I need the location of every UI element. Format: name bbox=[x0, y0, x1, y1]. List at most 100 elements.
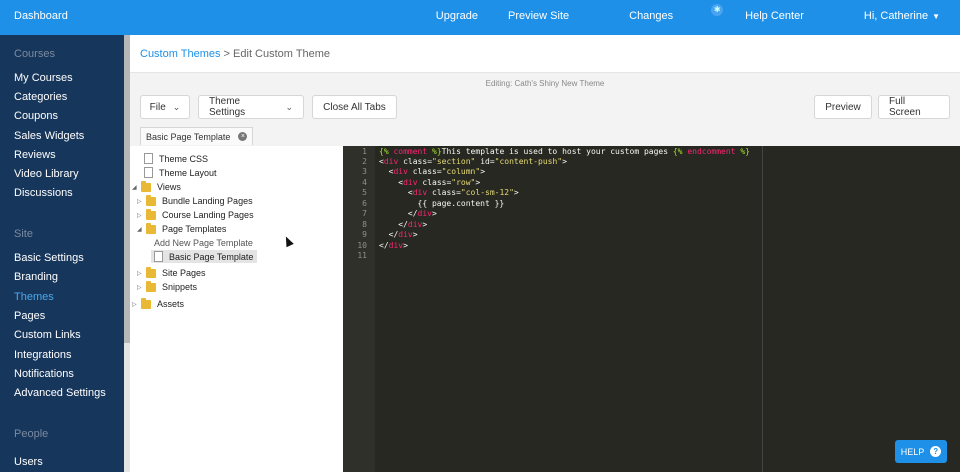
collapsed-arrow-icon[interactable]: ▷ bbox=[132, 301, 138, 308]
tree-item-theme-layout[interactable]: Theme Layout bbox=[144, 167, 217, 178]
tree-item-label: Page Templates bbox=[162, 224, 227, 234]
close-icon[interactable]: × bbox=[238, 132, 248, 141]
chevron-down-icon: ⌄ bbox=[172, 101, 181, 112]
sidebar-item-themes[interactable]: Themes bbox=[14, 291, 54, 303]
preview-button[interactable]: Preview bbox=[814, 95, 872, 119]
code-line: <div class="col-sm-12"> bbox=[407, 188, 519, 197]
code-line: </div> bbox=[398, 220, 428, 229]
line-number: 11 bbox=[357, 251, 367, 260]
sidebar-section-site: Site bbox=[14, 228, 33, 240]
tree-item-basic-page-template[interactable]: Basic Page Template bbox=[151, 250, 258, 263]
expanded-arrow-icon[interactable]: ◢ bbox=[132, 184, 138, 191]
file-icon bbox=[154, 251, 163, 262]
tree-folder-bundle-landing-pages[interactable]: ▷ Bundle Landing Pages bbox=[137, 194, 253, 206]
folder-icon bbox=[146, 280, 156, 292]
folder-icon bbox=[141, 297, 151, 309]
line-number: 4 bbox=[362, 178, 367, 187]
sidebar-item-discussions[interactable]: Discussions bbox=[14, 187, 73, 199]
folder-icon bbox=[146, 266, 156, 278]
user-menu[interactable]: Hi, Catherine ▼ bbox=[834, 10, 940, 23]
line-number: 3 bbox=[362, 167, 367, 176]
line-number: 2 bbox=[362, 157, 367, 166]
sidebar-item-sales-widgets[interactable]: Sales Widgets bbox=[14, 130, 84, 142]
tree-item-theme-css[interactable]: Theme CSS bbox=[144, 153, 208, 164]
collapsed-arrow-icon[interactable]: ▷ bbox=[137, 284, 143, 291]
chevron-down-icon: ⌄ bbox=[285, 101, 293, 112]
code-line: </div> bbox=[379, 241, 408, 250]
code-editor[interactable]: 1 2 3 4 5 6 7 8 9 10 11 {% comment %}Thi… bbox=[343, 146, 960, 472]
upgrade-link[interactable]: Upgrade bbox=[436, 10, 478, 23]
changes-label: Changes bbox=[629, 10, 674, 22]
help-center-link[interactable]: Help Center bbox=[745, 10, 804, 23]
sidebar-item-coupons[interactable]: Coupons bbox=[14, 110, 58, 122]
full-screen-button[interactable]: Full Screen bbox=[878, 95, 950, 119]
sidebar-item-custom-links[interactable]: Custom Links bbox=[14, 329, 81, 341]
code-line: </div> bbox=[388, 230, 418, 239]
file-icon bbox=[144, 153, 153, 164]
tab-basic-page-template[interactable]: Basic Page Template × bbox=[140, 127, 254, 145]
changes-badge-icon: ✱ bbox=[711, 4, 724, 16]
file-menu-button[interactable]: File ⌄ bbox=[140, 95, 190, 119]
collapsed-arrow-icon[interactable]: ▷ bbox=[137, 198, 143, 205]
code-line: <div class="row"> bbox=[398, 178, 481, 187]
dashboard-link[interactable]: Dashboard bbox=[14, 10, 68, 22]
file-label: File bbox=[149, 101, 166, 113]
code-line: <div class="column"> bbox=[388, 167, 486, 176]
sidebar-item-my-courses[interactable]: My Courses bbox=[14, 72, 73, 84]
sidebar-item-basic-settings[interactable]: Basic Settings bbox=[14, 252, 84, 264]
changes-link[interactable]: Changes ✱ bbox=[599, 4, 724, 23]
editing-theme-label: Editing: Cath's Shiny New Theme bbox=[485, 79, 605, 88]
code-line: <div class="section" id="content-push"> bbox=[379, 157, 567, 166]
collapsed-arrow-icon[interactable]: ▷ bbox=[137, 212, 143, 219]
collapsed-arrow-icon[interactable]: ▷ bbox=[137, 270, 143, 277]
sidebar-item-reviews[interactable]: Reviews bbox=[14, 149, 56, 161]
line-number: 5 bbox=[362, 188, 367, 197]
code-line: {% comment %}This template is used to ho… bbox=[379, 147, 750, 156]
sidebar-item-pages[interactable]: Pages bbox=[14, 310, 45, 322]
tree-folder-site-pages[interactable]: ▷ Site Pages bbox=[137, 266, 206, 278]
file-tree: Theme CSS Theme Layout ◢ Views ▷ Bundle La… bbox=[130, 146, 343, 472]
sidebar-item-notifications[interactable]: Notifications bbox=[14, 368, 74, 380]
add-new-page-template-link[interactable]: Add New Page Template bbox=[154, 238, 253, 248]
sidebar-item-integrations[interactable]: Integrations bbox=[14, 349, 71, 361]
close-all-tabs-button[interactable]: Close All Tabs bbox=[312, 95, 397, 119]
breadcrumb-current: Edit Custom Theme bbox=[233, 48, 331, 60]
tree-folder-snippets[interactable]: ▷ Snippets bbox=[137, 280, 197, 292]
sidebar-section-people: People bbox=[14, 428, 49, 440]
theme-settings-button[interactable]: Theme Settings ⌄ bbox=[198, 95, 304, 119]
folder-icon bbox=[146, 208, 156, 220]
tree-folder-assets[interactable]: ▷ Assets bbox=[132, 297, 185, 309]
breadcrumb-separator: > bbox=[220, 48, 234, 60]
sidebar-section-courses: Courses bbox=[14, 48, 55, 60]
tree-folder-course-landing-pages[interactable]: ▷ Course Landing Pages bbox=[137, 208, 254, 220]
help-button[interactable]: HELP? bbox=[895, 440, 947, 463]
folder-icon bbox=[141, 180, 151, 192]
sidebar-item-users[interactable]: Users bbox=[14, 456, 43, 468]
code-line: </div> bbox=[407, 209, 437, 218]
top-nav-links: Upgrade Preview Site Changes ✱ Help Cente… bbox=[406, 4, 940, 23]
sidebar-item-advanced-settings[interactable]: Advanced Settings bbox=[14, 387, 106, 399]
theme-settings-label: Theme Settings bbox=[209, 96, 246, 118]
tree-item-label: Assets bbox=[157, 299, 185, 309]
breadcrumb-bar: Custom Themes > Edit Custom Theme bbox=[130, 35, 960, 73]
tree-item-label: Course Landing Pages bbox=[162, 210, 254, 220]
line-number-gutter: 1 2 3 4 5 6 7 8 9 10 11 bbox=[343, 146, 375, 472]
sidebar-item-categories[interactable]: Categories bbox=[14, 91, 67, 103]
folder-icon bbox=[146, 194, 156, 206]
sidebar-item-video-library[interactable]: Video Library bbox=[14, 168, 79, 180]
tree-item-label: Theme CSS bbox=[159, 153, 209, 164]
tree-item-label: Site Pages bbox=[162, 268, 206, 278]
tree-folder-page-templates[interactable]: ◢ Page Templates bbox=[137, 222, 227, 234]
line-number: 10 bbox=[357, 241, 367, 250]
print-margin-line bbox=[762, 146, 763, 472]
sidebar: Courses My Courses Categories Coupons Sa… bbox=[0, 35, 124, 472]
breadcrumb-custom-themes-link[interactable]: Custom Themes bbox=[140, 48, 221, 60]
tree-item-label: Basic Page Template bbox=[169, 251, 254, 262]
tree-item-label: Bundle Landing Pages bbox=[162, 196, 253, 206]
expanded-arrow-icon[interactable]: ◢ bbox=[137, 226, 143, 233]
tree-folder-views[interactable]: ◢ Views bbox=[132, 180, 181, 192]
sidebar-item-branding[interactable]: Branding bbox=[14, 271, 58, 283]
folder-icon bbox=[146, 222, 156, 234]
preview-site-link[interactable]: Preview Site bbox=[508, 10, 569, 23]
line-number: 9 bbox=[362, 230, 367, 239]
